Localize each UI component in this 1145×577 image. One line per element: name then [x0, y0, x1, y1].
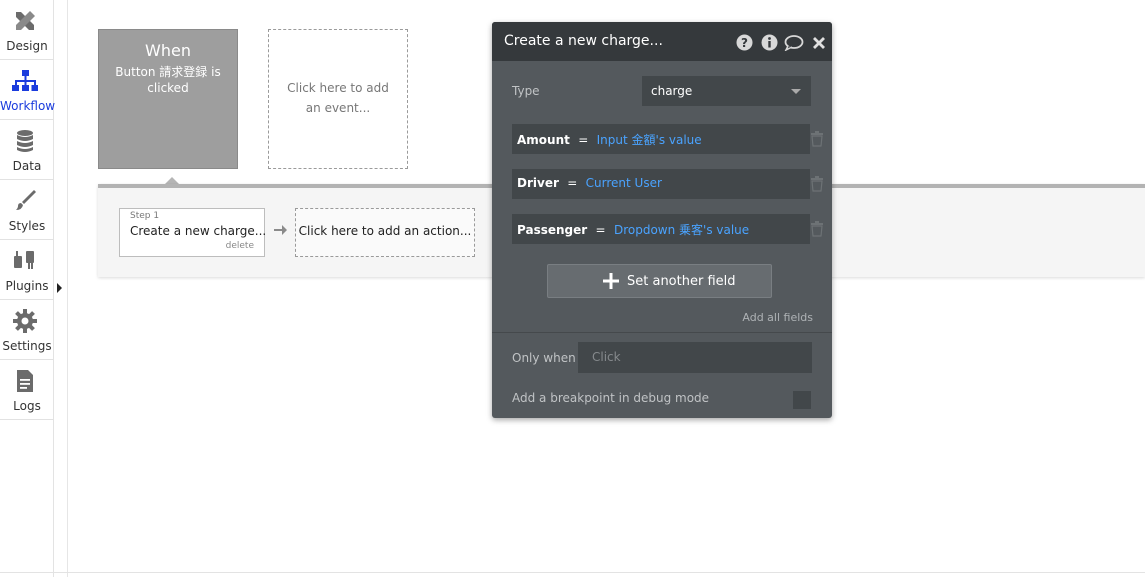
set-another-field-label: Set another field: [627, 274, 736, 289]
only-when-label: Only when: [512, 351, 576, 365]
sidebar: Design Workflow Data Styles Plugins Sett…: [0, 0, 56, 577]
event-description: Button 請求登録 is clicked: [115, 65, 221, 95]
field-equals: =: [567, 176, 578, 190]
workflow-icon: [12, 70, 38, 91]
design-icon: [16, 11, 35, 30]
brush-icon: [16, 190, 36, 210]
field-text: Passenger = Dropdown 乗客's value: [517, 221, 749, 238]
breakpoint-label: Add a breakpoint in debug mode: [512, 391, 710, 405]
help-icon[interactable]: ?: [736, 34, 753, 51]
event-pointer-icon: [165, 177, 179, 184]
only-when-placeholder: Click: [592, 350, 621, 364]
sidebar-item-label: Plugins: [5, 279, 49, 293]
add-all-fields-link[interactable]: Add all fields: [742, 311, 813, 324]
close-icon[interactable]: [812, 34, 826, 51]
bottom-divider: [0, 572, 1145, 573]
plug-icon: [14, 251, 34, 269]
sidebar-item-settings[interactable]: Settings: [0, 300, 54, 360]
only-when-input[interactable]: Click: [578, 342, 812, 373]
field-name: Passenger: [517, 223, 588, 237]
panel-divider: [492, 332, 832, 333]
trash-icon[interactable]: [810, 176, 824, 192]
workflow-step-1[interactable]: Step 1 Create a new charge... delete: [119, 208, 267, 257]
event-trigger-box[interactable]: When Button 請求登録 is clicked: [98, 29, 238, 169]
arrow-right-icon: [274, 225, 287, 235]
trash-icon[interactable]: [810, 131, 824, 147]
sidebar-item-workflow[interactable]: Workflow: [0, 60, 56, 120]
field-equals: =: [578, 133, 589, 147]
field-name: Amount: [517, 133, 570, 147]
field-equals: =: [595, 223, 606, 237]
sidebar-item-design[interactable]: Design: [0, 0, 54, 60]
sidebar-item-label: Settings: [2, 339, 52, 353]
field-value[interactable]: Dropdown 乗客's value: [614, 223, 749, 237]
plugins-expand-arrow-icon[interactable]: [57, 283, 62, 293]
plus-icon: [603, 273, 619, 289]
database-icon: [17, 130, 33, 152]
action-properties-panel: Create a new charge... ? Type charge Amo…: [492, 22, 832, 418]
step-number: Step 1: [130, 211, 160, 221]
gear-icon: [13, 309, 37, 333]
sidebar-item-plugins[interactable]: Plugins: [0, 240, 54, 300]
panel-title: Create a new charge...: [504, 33, 663, 49]
step-delete-link[interactable]: delete: [226, 241, 254, 251]
field-text: Driver = Current User: [517, 176, 662, 190]
info-icon[interactable]: [761, 34, 778, 51]
sidebar-item-logs[interactable]: Logs: [0, 360, 54, 420]
field-value[interactable]: Input 金額's value: [597, 133, 702, 147]
type-value: charge: [651, 84, 693, 98]
add-event-button[interactable]: Click here to add an event...: [268, 29, 408, 169]
sidebar-item-label: Data: [12, 159, 42, 173]
step-title: Create a new charge...: [130, 224, 267, 238]
field-row-driver[interactable]: Driver = Current User: [512, 169, 810, 199]
field-row-amount[interactable]: Amount = Input 金額's value: [512, 124, 810, 154]
document-icon: [17, 370, 33, 392]
field-row-passenger[interactable]: Passenger = Dropdown 乗客's value: [512, 214, 810, 244]
event-when-label: When: [145, 41, 191, 60]
sidebar-item-data[interactable]: Data: [0, 120, 54, 180]
panel-header: Create a new charge... ?: [492, 22, 832, 61]
set-another-field-button[interactable]: Set another field: [547, 264, 772, 298]
chevron-down-icon: [791, 89, 801, 94]
type-select[interactable]: charge: [642, 76, 811, 106]
svg-text:?: ?: [741, 36, 748, 50]
add-action-button[interactable]: Click here to add an action...: [295, 208, 475, 257]
field-name: Driver: [517, 176, 559, 190]
breakpoint-checkbox[interactable]: [793, 391, 811, 409]
sidebar-item-label: Workflow: [0, 99, 56, 113]
sidebar-item-label: Design: [6, 39, 48, 53]
field-value[interactable]: Current User: [586, 176, 662, 190]
sidebar-item-label: Logs: [13, 399, 41, 413]
field-text: Amount = Input 金額's value: [517, 131, 702, 148]
trash-icon[interactable]: [810, 221, 824, 237]
canvas-divider: [67, 0, 68, 577]
comment-icon[interactable]: [784, 34, 804, 51]
type-label: Type: [512, 84, 540, 98]
sidebar-item-styles[interactable]: Styles: [0, 180, 54, 240]
sidebar-item-label: Styles: [8, 219, 46, 233]
